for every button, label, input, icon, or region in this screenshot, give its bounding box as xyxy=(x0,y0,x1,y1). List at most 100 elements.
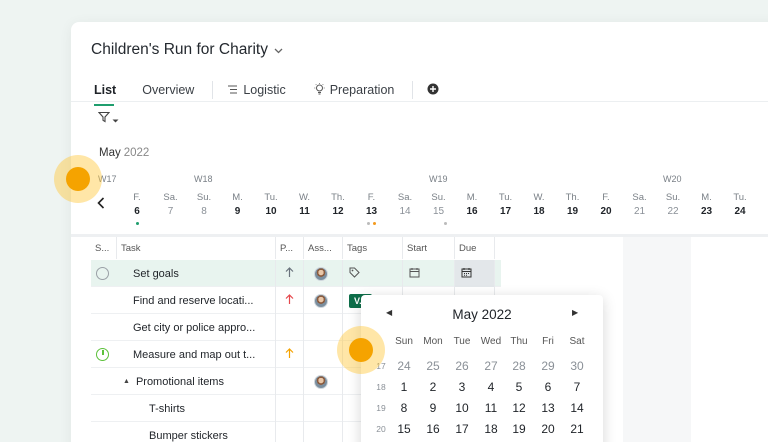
timeline-day[interactable]: F. 20 xyxy=(591,192,621,217)
assignee-cell[interactable] xyxy=(304,368,343,395)
calendar-day[interactable]: 19 xyxy=(505,422,533,436)
project-title[interactable]: Children's Run for Charity xyxy=(91,41,268,59)
expand-caret-icon[interactable]: ▲ xyxy=(123,378,130,385)
add-view-button[interactable] xyxy=(427,83,439,98)
calendar-day[interactable]: 10 xyxy=(448,401,476,415)
due-cell[interactable] xyxy=(455,260,495,287)
priority-cell[interactable] xyxy=(276,422,304,442)
calendar-day[interactable]: 17 xyxy=(448,422,476,436)
timeline-day[interactable]: F. 6 xyxy=(122,192,152,217)
task-name[interactable]: T-shirts xyxy=(117,395,276,422)
tab-list[interactable]: List xyxy=(94,83,116,106)
timeline-prev-button[interactable] xyxy=(97,196,105,214)
priority-cell[interactable] xyxy=(276,368,304,395)
day-number: 15 xyxy=(432,206,445,217)
status-open-icon[interactable] xyxy=(96,267,109,280)
calendar-day[interactable]: 11 xyxy=(477,401,505,415)
calendar-day[interactable]: 2 xyxy=(419,380,447,394)
chevron-down-icon[interactable] xyxy=(274,46,283,57)
timeline-day[interactable]: Tu. 24 xyxy=(725,192,755,217)
day-name: M. xyxy=(232,192,243,203)
column-due[interactable]: Due xyxy=(455,237,495,259)
timeline-day[interactable]: Th. 19 xyxy=(558,192,588,217)
start-cell[interactable] xyxy=(403,260,455,287)
column-assignee[interactable]: Ass... xyxy=(304,237,343,259)
column-priority[interactable]: P... xyxy=(276,237,304,259)
task-name[interactable]: Find and reserve locati... xyxy=(117,287,276,314)
timeline-day[interactable]: Su. 22 xyxy=(658,192,688,217)
timeline-day[interactable]: Sa. 7 xyxy=(156,192,186,217)
timeline-day[interactable]: W. 11 xyxy=(290,192,320,217)
status-cell[interactable] xyxy=(91,341,117,368)
task-name[interactable]: Measure and map out t... xyxy=(117,341,276,368)
assignee-cell[interactable] xyxy=(304,287,343,314)
priority-cell[interactable] xyxy=(276,314,304,341)
calendar-day[interactable]: 27 xyxy=(477,359,505,373)
calendar-day[interactable]: 24 xyxy=(390,359,418,373)
tab-overview[interactable]: Overview xyxy=(142,83,194,97)
tags-cell[interactable] xyxy=(343,260,403,287)
priority-cell[interactable] xyxy=(276,260,304,287)
calendar-day[interactable]: 4 xyxy=(477,380,505,394)
calendar-day[interactable]: 14 xyxy=(563,401,591,415)
caret-right-icon[interactable]: ▶ xyxy=(572,308,578,317)
timeline-day[interactable]: M. 16 xyxy=(457,192,487,217)
filter-button[interactable] xyxy=(97,111,119,126)
timeline-day[interactable]: Tu. 10 xyxy=(256,192,286,217)
calendar-day[interactable]: 3 xyxy=(448,380,476,394)
task-name[interactable]: Set goals xyxy=(117,260,276,287)
column-start[interactable]: Start xyxy=(403,237,455,259)
calendar-start-icon[interactable] xyxy=(409,267,420,281)
calendar-day[interactable]: 20 xyxy=(534,422,562,436)
calendar-day[interactable]: 6 xyxy=(534,380,562,394)
tab-logistic[interactable]: Logistic xyxy=(227,83,286,97)
timeline-day[interactable]: Th. 12 xyxy=(323,192,353,217)
calendar-day[interactable]: 25 xyxy=(419,359,447,373)
task-group[interactable]: ▲ Promotional items xyxy=(117,368,276,395)
tag-icon[interactable] xyxy=(349,267,360,281)
assignee-cell[interactable] xyxy=(304,422,343,442)
status-cell[interactable] xyxy=(91,260,117,287)
timeline-day[interactable]: Su. 8 xyxy=(189,192,219,217)
priority-cell[interactable] xyxy=(276,341,304,368)
calendar-day[interactable]: 16 xyxy=(419,422,447,436)
calendar-day[interactable]: 21 xyxy=(563,422,591,436)
task-name[interactable]: Promotional items xyxy=(136,376,224,388)
timeline-day[interactable]: M. 23 xyxy=(692,192,722,217)
calendar-day[interactable]: 30 xyxy=(563,359,591,373)
column-status[interactable]: S... xyxy=(91,237,117,259)
project-title-row[interactable]: Children's Run for Charity xyxy=(91,41,283,59)
calendar-day[interactable]: 1 xyxy=(390,380,418,394)
timeline-day[interactable]: F. 13 xyxy=(357,192,387,217)
status-in-progress-icon[interactable] xyxy=(96,348,109,361)
priority-cell[interactable] xyxy=(276,287,304,314)
column-tags[interactable]: Tags xyxy=(343,237,403,259)
calendar-day[interactable]: 12 xyxy=(505,401,533,415)
timeline-day[interactable]: Tu. 17 xyxy=(491,192,521,217)
calendar-icon[interactable] xyxy=(461,267,472,281)
timeline-day[interactable]: M. 9 xyxy=(223,192,253,217)
calendar-day[interactable]: 26 xyxy=(448,359,476,373)
table-row[interactable]: Set goals xyxy=(91,260,501,287)
calendar-day[interactable]: 8 xyxy=(390,401,418,415)
assignee-cell[interactable] xyxy=(304,260,343,287)
task-name[interactable]: Bumper stickers xyxy=(117,422,276,442)
calendar-day[interactable]: 29 xyxy=(534,359,562,373)
timeline-day[interactable]: W. 18 xyxy=(524,192,554,217)
timeline-day[interactable]: Sa. 21 xyxy=(625,192,655,217)
calendar-day[interactable]: 7 xyxy=(563,380,591,394)
column-task[interactable]: Task xyxy=(117,237,276,259)
calendar-day[interactable]: 9 xyxy=(419,401,447,415)
calendar-day[interactable]: 18 xyxy=(477,422,505,436)
calendar-day[interactable]: 15 xyxy=(390,422,418,436)
assignee-cell[interactable] xyxy=(304,395,343,422)
timeline-day[interactable]: Su. 15 xyxy=(424,192,454,217)
priority-cell[interactable] xyxy=(276,395,304,422)
calendar-day[interactable]: 13 xyxy=(534,401,562,415)
tab-preparation[interactable]: Preparation xyxy=(314,82,394,98)
timeline-day[interactable]: Sa. 14 xyxy=(390,192,420,217)
calendar-day[interactable]: 5 xyxy=(505,380,533,394)
calendar-day[interactable]: 28 xyxy=(505,359,533,373)
assignee-cell[interactable] xyxy=(304,314,343,341)
task-name[interactable]: Get city or police appro... xyxy=(117,314,276,341)
